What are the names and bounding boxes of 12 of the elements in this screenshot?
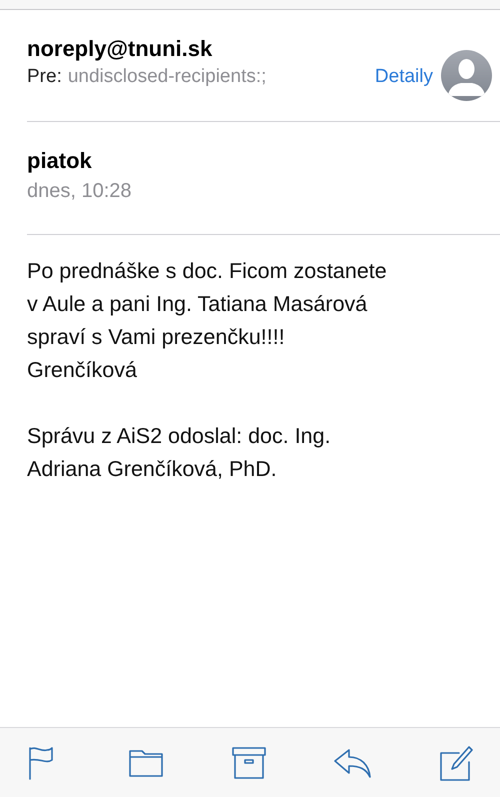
details-link[interactable]: Detaily [374,66,433,88]
message-paragraph: Správu z AiS2 odoslal: doc. Ing. Adriana Grenčíková, PhD. [27,423,332,483]
compose-icon [439,744,473,780]
archive-icon [232,746,266,778]
recipients: undisclosed-recipients:; [68,66,266,88]
avatar-icon [441,50,492,101]
message-paragraph: Po prednáške s doc. Ficom zostanete v Aule a pani Ing. Tatiana Masárová spraví s Vami prezenčku!!!! Grenčíková [27,258,388,384]
day-label: piatok [27,148,93,174]
time-label: dnes, 10:28 [27,180,133,203]
to-label: Pre: [27,66,62,88]
folder-icon [128,748,164,778]
sender-address: noreply@tnuni.sk [27,36,214,62]
